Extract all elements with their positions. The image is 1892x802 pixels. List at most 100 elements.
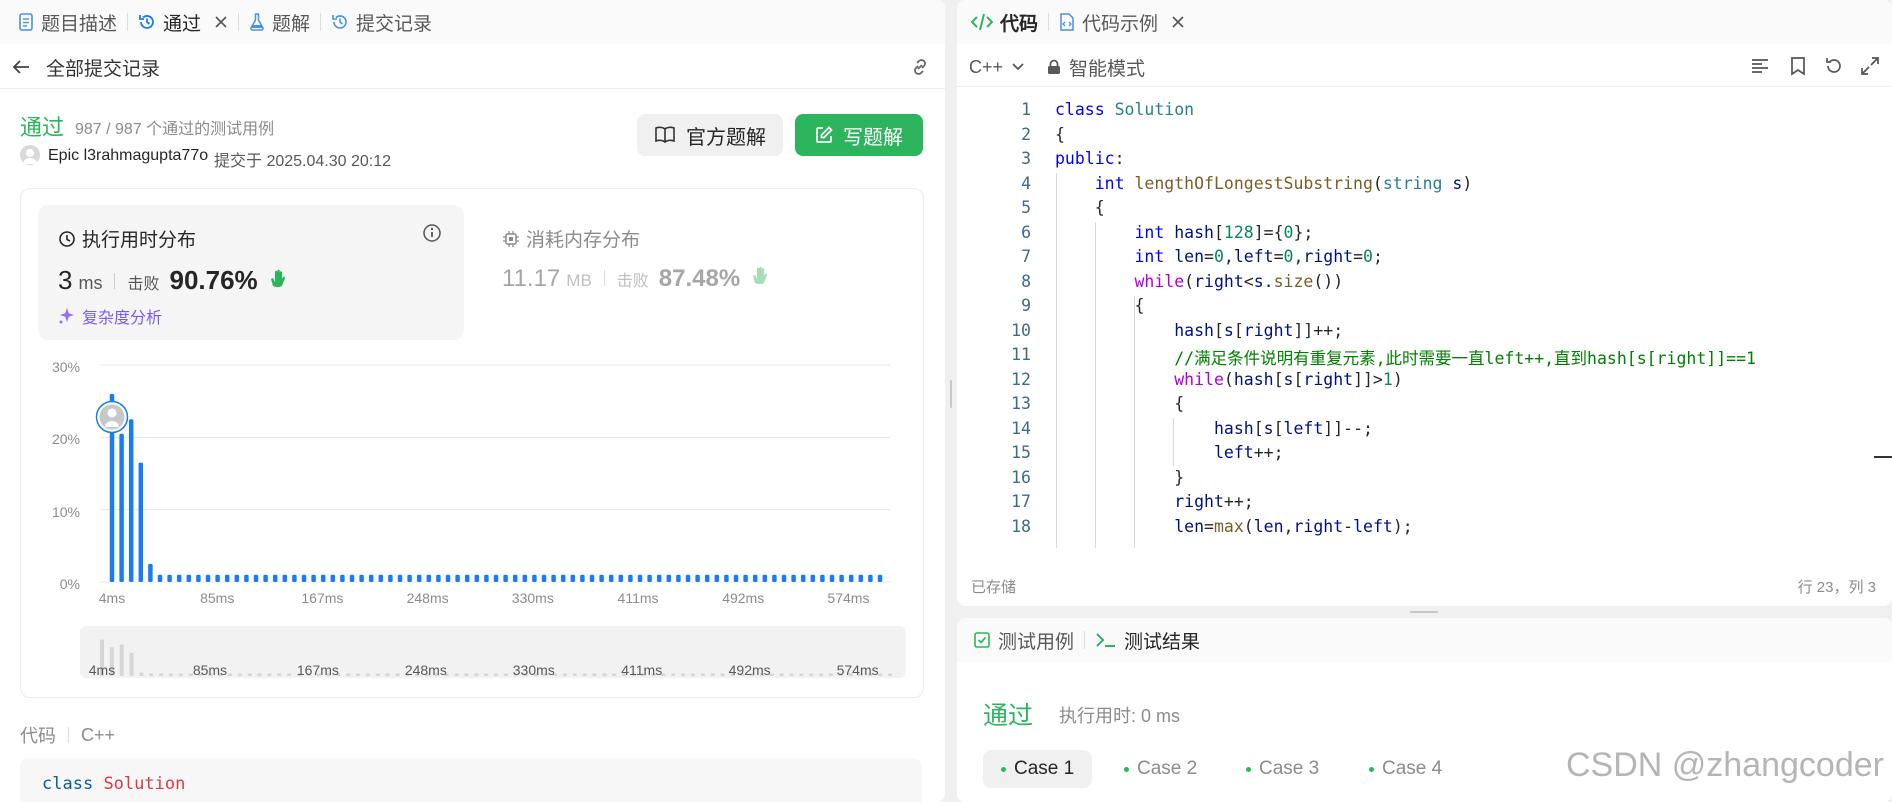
runtime-bar[interactable] [301, 574, 307, 582]
runtime-bar[interactable] [570, 574, 576, 582]
runtime-bar[interactable] [407, 574, 412, 582]
runtime-bar[interactable] [340, 574, 345, 582]
runtime-bar[interactable] [522, 574, 528, 582]
runtime-bar[interactable] [368, 574, 374, 582]
runtime-bar[interactable] [186, 574, 192, 582]
runtime-bar[interactable] [484, 574, 489, 582]
format-icon[interactable] [1750, 57, 1770, 75]
runtime-bar[interactable] [848, 574, 854, 582]
case-tab-2[interactable]: Case 2 [1106, 750, 1215, 788]
runtime-bar[interactable] [378, 574, 384, 582]
runtime-bar[interactable] [656, 574, 662, 582]
runtime-bar[interactable] [868, 574, 873, 582]
runtime-bar[interactable] [263, 574, 268, 582]
runtime-bar[interactable] [436, 574, 441, 582]
runtime-bar[interactable] [493, 574, 499, 582]
runtime-bar[interactable] [359, 574, 364, 582]
runtime-bar[interactable] [839, 574, 844, 582]
runtime-bar[interactable] [551, 574, 556, 582]
runtime-bar[interactable] [426, 574, 432, 582]
runtime-bar[interactable] [292, 574, 297, 582]
runtime-bar[interactable] [532, 574, 537, 582]
runtime-bar[interactable] [512, 574, 518, 582]
panel-splitter-horizontal[interactable] [1410, 611, 1438, 613]
close-icon[interactable] [1171, 15, 1185, 29]
runtime-bar[interactable] [311, 574, 316, 582]
runtime-bar[interactable] [752, 574, 758, 582]
runtime-bar[interactable] [119, 433, 124, 582]
runtime-bar[interactable] [800, 574, 806, 582]
case-tab-3[interactable]: Case 3 [1228, 750, 1337, 788]
runtime-bar[interactable] [724, 574, 729, 582]
runtime-bar[interactable] [234, 574, 240, 582]
reset-icon[interactable] [1824, 56, 1844, 76]
close-icon[interactable] [214, 15, 228, 29]
runtime-bar[interactable] [445, 574, 451, 582]
runtime-bar[interactable] [167, 574, 172, 582]
runtime-bar[interactable] [282, 574, 288, 582]
runtime-bar[interactable] [503, 574, 508, 582]
link-icon[interactable] [909, 56, 931, 78]
runtime-bar[interactable] [196, 574, 201, 582]
scrollbar-marker[interactable] [1874, 456, 1892, 458]
tab-code[interactable]: 代码 [957, 0, 1048, 44]
back-label[interactable]: 全部提交记录 [46, 54, 160, 81]
arrow-left-icon[interactable] [12, 59, 30, 75]
official-solution-button[interactable]: 官方题解 [637, 114, 783, 156]
runtime-bar[interactable] [829, 574, 835, 582]
bookmark-icon[interactable] [1790, 56, 1806, 76]
runtime-bar[interactable] [733, 574, 739, 582]
runtime-bar[interactable] [810, 574, 816, 582]
runtime-bar[interactable] [128, 419, 134, 582]
runtime-bar[interactable] [589, 574, 595, 582]
runtime-bar[interactable] [695, 574, 700, 582]
runtime-bar[interactable] [666, 574, 672, 582]
runtime-bar[interactable] [647, 574, 652, 582]
submitter-name[interactable]: Epic l3rahmagupta77o [48, 147, 208, 165]
tab-description[interactable]: 题目描述 [0, 0, 127, 44]
runtime-bar[interactable] [253, 574, 259, 582]
runtime-bar[interactable] [772, 574, 777, 582]
runtime-bar[interactable] [464, 574, 470, 582]
runtime-bar[interactable] [762, 574, 768, 582]
runtime-bar[interactable] [608, 574, 614, 582]
runtime-bar[interactable] [215, 574, 220, 582]
runtime-card[interactable]: 执行用时分布 3 ms 击败 90.76% 复杂度分析 [38, 205, 464, 340]
panel-splitter[interactable] [950, 380, 952, 408]
runtime-bar[interactable] [791, 574, 796, 582]
runtime-bar[interactable] [244, 574, 249, 582]
runtime-bar[interactable] [272, 574, 278, 582]
tab-solutions[interactable]: 题解 [239, 0, 320, 44]
runtime-bar[interactable] [781, 574, 787, 582]
tab-testcases[interactable]: 测试用例 [957, 618, 1084, 662]
runtime-bar[interactable] [157, 574, 163, 582]
runtime-bar[interactable] [599, 574, 604, 582]
complexity-analysis-link[interactable]: 复杂度分析 [58, 304, 162, 328]
memory-card[interactable]: 消耗内存分布 11.17 MB 击败 87.48% [482, 205, 902, 340]
runtime-bar[interactable] [877, 574, 883, 582]
case-tab-4[interactable]: Case 4 [1351, 750, 1460, 788]
write-solution-button[interactable]: 写题解 [795, 114, 923, 156]
case-tab-1[interactable]: Case 1 [983, 750, 1093, 788]
runtime-bar[interactable] [320, 574, 326, 582]
runtime-bar[interactable] [388, 574, 393, 582]
tab-submissions[interactable]: 提交记录 [321, 0, 442, 44]
runtime-bar[interactable] [455, 574, 460, 582]
runtime-bar[interactable] [714, 574, 720, 582]
runtime-bar[interactable] [820, 574, 825, 582]
runtime-bar[interactable] [541, 574, 547, 582]
code-area[interactable]: 1 2 3 4 5 6 7 8 9 10 11 12 13 14 15 16 1… [977, 100, 1867, 548]
tab-test-results[interactable]: 测试结果 [1085, 618, 1210, 662]
runtime-bar[interactable] [416, 574, 422, 582]
runtime-bar[interactable] [148, 563, 153, 582]
runtime-bar[interactable] [224, 574, 230, 582]
expand-icon[interactable] [1860, 56, 1880, 76]
runtime-bar[interactable] [676, 574, 681, 582]
smart-mode[interactable]: 智能模式 [1047, 54, 1145, 81]
tab-accepted[interactable]: 通过 [128, 0, 238, 44]
runtime-bar[interactable] [858, 574, 864, 582]
runtime-bar[interactable] [637, 574, 643, 582]
runtime-bar[interactable] [618, 574, 624, 582]
runtime-bar[interactable] [176, 574, 182, 582]
language-select[interactable]: C++ [969, 57, 1025, 78]
